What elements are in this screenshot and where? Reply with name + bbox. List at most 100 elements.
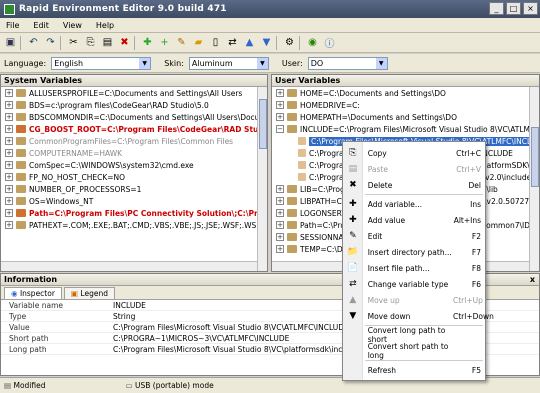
system-variable-row[interactable]: + CommonProgramFiles=C:\Program Files\Com… <box>1 135 267 147</box>
property-value[interactable]: C:\Program Files\Microsoft Visual Studio… <box>111 345 359 354</box>
context-menu-item[interactable]: ▲ Move up Ctrl+Up <box>343 292 485 308</box>
system-variable-row[interactable]: + OS=Windows_NT <box>1 195 267 207</box>
system-variable-row[interactable]: + PATHEXT=.COM;.EXE;.BAT;.CMD;.VBS;.VBE;.… <box>1 219 267 231</box>
context-menu-item[interactable]: ✖ Delete Del <box>343 177 485 193</box>
edit-icon[interactable]: ✎ <box>174 35 189 50</box>
system-variable-text: NUMBER_OF_PROCESSORS=1 <box>29 184 142 194</box>
maximize-button[interactable]: □ <box>506 2 521 15</box>
horizontal-scrollbar[interactable] <box>1 261 257 271</box>
system-variable-row[interactable]: + FP_NO_HOST_CHECK=NO <box>1 171 267 183</box>
menu-file[interactable]: File <box>6 21 19 30</box>
user-label: User: <box>281 58 303 68</box>
expand-icon[interactable]: + <box>5 197 13 205</box>
expand-icon[interactable]: + <box>5 113 13 121</box>
expand-icon[interactable]: + <box>276 101 284 109</box>
context-menu-item[interactable]: ▤ Paste Ctrl+V <box>343 161 485 177</box>
expand-icon[interactable]: − <box>276 125 284 133</box>
context-menu-item[interactable]: ✎ Edit F2 <box>343 228 485 244</box>
context-menu-item[interactable]: ✚ Add value Alt+Ins <box>343 212 485 228</box>
expand-icon[interactable]: + <box>276 197 284 205</box>
context-menu-item[interactable]: Refresh F5 <box>343 362 485 378</box>
expand-icon[interactable]: + <box>276 89 284 97</box>
minimize-button[interactable]: _ <box>489 2 504 15</box>
system-variable-row[interactable]: + BDS=c:\program files\CodeGear\RAD Studi… <box>1 99 267 111</box>
close-button[interactable]: × <box>523 2 538 15</box>
system-variable-row[interactable]: + ALLUSERSPROFILE=C:\Documents and Settin… <box>1 87 267 99</box>
context-menu-item[interactable]: ⇄ Change variable type F6 <box>343 276 485 292</box>
vertical-scrollbar[interactable] <box>257 87 267 271</box>
user-variable-row[interactable]: + HOMEDRIVE=C: <box>272 99 539 111</box>
info-icon[interactable]: ⓘ <box>322 35 337 50</box>
cut-icon[interactable]: ✂ <box>66 35 81 50</box>
menu-item-icon: ✎ <box>349 231 357 241</box>
system-variable-row[interactable]: + NUMBER_OF_PROCESSORS=1 <box>1 183 267 195</box>
system-variable-row[interactable]: + CG_BOOST_ROOT=C:\Program Files\CodeGear… <box>1 123 267 135</box>
menu-item-shortcut: Del <box>468 180 481 190</box>
expand-icon[interactable]: + <box>5 89 13 97</box>
add-variable-icon[interactable]: ✚ <box>140 35 155 50</box>
change-type-icon[interactable]: ⇄ <box>225 35 240 50</box>
system-variable-text: Path=C:\Program Files\PC Connectivity So… <box>29 208 267 218</box>
expand-icon[interactable]: + <box>5 137 13 145</box>
expand-icon[interactable]: + <box>276 245 284 253</box>
menu-help[interactable]: Help <box>96 21 114 30</box>
system-variable-row[interactable]: + COMPUTERNAME=HAWK <box>1 147 267 159</box>
delete-icon[interactable]: ✖ <box>117 35 132 50</box>
paste-icon[interactable]: ▤ <box>100 35 115 50</box>
user-variable-row[interactable]: + HOME=C:\Documents and Settings\DO <box>272 87 539 99</box>
expand-icon[interactable]: + <box>5 161 13 169</box>
context-menu-item[interactable]: ✚ Add variable... Ins <box>343 196 485 212</box>
file-icon[interactable]: ▯ <box>208 35 223 50</box>
expand-icon[interactable]: + <box>5 185 13 193</box>
property-value[interactable]: C:\PROGRA~1\MICROS~3\VC\ATLMFC\INCLUDE <box>111 334 289 343</box>
save-icon[interactable]: ▣ <box>3 35 18 50</box>
expand-icon[interactable]: + <box>276 233 284 241</box>
expand-icon[interactable]: + <box>276 209 284 217</box>
variable-icon <box>287 113 297 121</box>
property-value[interactable]: INCLUDE <box>111 301 146 310</box>
language-select[interactable]: English ▼ <box>51 56 152 70</box>
user-select[interactable]: DO ▼ <box>307 56 388 70</box>
system-variable-row[interactable]: + BDSCOMMONDIR=C:\Documents and Settings\… <box>1 111 267 123</box>
property-value[interactable]: String <box>111 312 135 321</box>
move-down-icon[interactable]: ▼ <box>259 35 274 50</box>
system-variable-row[interactable]: + ComSpec=C:\WINDOWS\system32\cmd.exe <box>1 159 267 171</box>
context-menu-item[interactable]: 📁 Insert directory path... F7 <box>343 244 485 260</box>
expand-icon[interactable]: + <box>5 221 13 229</box>
vertical-scrollbar[interactable] <box>529 87 539 271</box>
add-value-icon[interactable]: + <box>157 35 172 50</box>
context-menu-item[interactable]: ⎘ Copy Ctrl+C <box>343 145 485 161</box>
context-menu-item[interactable]: Convert short path to long <box>343 342 485 360</box>
expand-icon[interactable]: + <box>5 209 13 217</box>
system-variable-row[interactable]: + Path=C:\Program Files\PC Connectivity S… <box>1 207 267 219</box>
globe-icon[interactable]: ◉ <box>305 35 320 50</box>
redo-icon[interactable]: ↷ <box>43 35 58 50</box>
context-menu-item[interactable]: 📄 Insert file path... F8 <box>343 260 485 276</box>
close-icon[interactable]: x <box>530 274 535 286</box>
menu-view[interactable]: View <box>63 21 82 30</box>
undo-icon[interactable]: ↶ <box>26 35 41 50</box>
expand-icon[interactable]: + <box>276 113 284 121</box>
user-variable-row[interactable]: − INCLUDE=C:\Program Files\Microsoft Visu… <box>272 123 539 135</box>
system-variable-text: PATHEXT=.COM;.EXE;.BAT;.CMD;.VBS;.VBE;.J… <box>29 220 262 230</box>
property-key: Long path <box>9 344 47 354</box>
user-variable-row[interactable]: + HOMEPATH=\Documents and Settings\DO <box>272 111 539 123</box>
move-up-icon[interactable]: ▲ <box>242 35 257 50</box>
settings-icon[interactable]: ⚙ <box>282 35 297 50</box>
expand-icon[interactable]: + <box>5 101 13 109</box>
context-menu-item[interactable]: Convert long path to short <box>343 326 485 344</box>
expand-icon[interactable]: + <box>276 221 284 229</box>
expand-icon[interactable]: + <box>5 173 13 181</box>
context-menu-item[interactable]: ▼ Move down Ctrl+Down <box>343 308 494 324</box>
expand-icon[interactable]: + <box>276 185 284 193</box>
expand-icon[interactable]: + <box>5 149 13 157</box>
tab-inspector[interactable]: ◉ Inspector <box>4 287 62 299</box>
copy-icon[interactable]: ⎘ <box>83 35 98 50</box>
tab-legend[interactable]: ▣ Legend <box>63 287 115 299</box>
skin-label: Skin: <box>164 58 184 68</box>
skin-select[interactable]: Aluminum ▼ <box>188 56 269 70</box>
expand-icon[interactable]: + <box>5 125 13 133</box>
property-value[interactable]: C:\Program Files\Microsoft Visual Studio… <box>111 323 349 332</box>
menu-edit[interactable]: Edit <box>33 21 49 30</box>
folder-icon[interactable]: ▰ <box>191 35 206 50</box>
